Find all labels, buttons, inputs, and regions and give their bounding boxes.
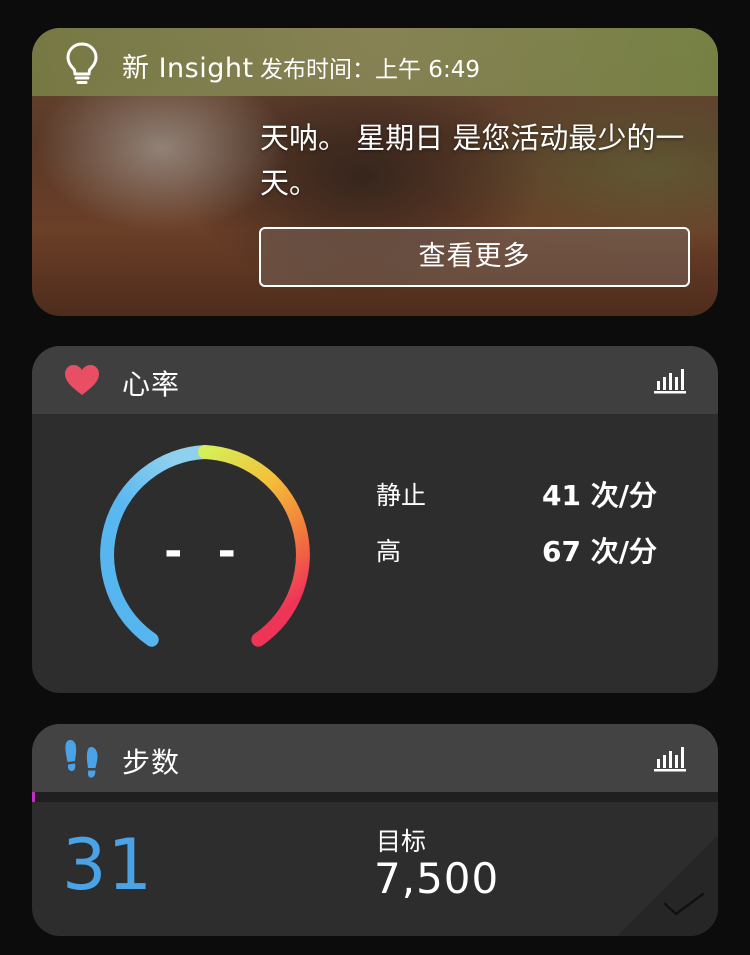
steps-goal-label: 目标 bbox=[376, 827, 427, 856]
checkmark-icon bbox=[663, 892, 705, 916]
goal-corner bbox=[618, 836, 718, 936]
heart-rate-header: 心率 bbox=[32, 346, 718, 414]
high-label: 高 bbox=[376, 537, 402, 566]
resting-label: 静止 bbox=[376, 481, 427, 510]
heart-rate-title: 心率 bbox=[122, 368, 181, 401]
view-more-button[interactable]: 查看更多 bbox=[259, 227, 690, 287]
steps-header: 步数 bbox=[32, 724, 718, 792]
resting-value: 41 次/分 bbox=[542, 479, 657, 512]
current-heart-rate: - - bbox=[164, 526, 246, 577]
insight-header: 新 Insight 发布时间：上午 6:49 bbox=[32, 28, 718, 96]
insight-title: 新 Insight bbox=[122, 53, 254, 84]
heart-rate-card[interactable]: 心率 - - 静止 41 次/分 高 67 次/分 bbox=[32, 346, 718, 693]
steps-title: 步数 bbox=[122, 746, 181, 779]
heart-icon bbox=[65, 365, 99, 395]
footprints-icon bbox=[65, 740, 98, 778]
steps-goal-value: 7,500 bbox=[374, 854, 500, 903]
steps-progress-track bbox=[32, 792, 718, 802]
insight-timestamp: 发布时间：上午 6:49 bbox=[260, 57, 480, 83]
high-value: 67 次/分 bbox=[542, 535, 657, 568]
steps-card[interactable]: 步数 31 目标 7,500 bbox=[32, 724, 718, 936]
high-heart-rate-row: 高 67 次/分 bbox=[376, 532, 696, 572]
lightbulb-icon bbox=[66, 42, 98, 84]
insight-message: 天呐。 星期日 是您活动最少的一天。 bbox=[260, 121, 685, 200]
insight-card[interactable]: 新 Insight 发布时间：上午 6:49 天呐。 星期日 是您活动最少的一天… bbox=[32, 28, 718, 316]
resting-heart-rate-row: 静止 41 次/分 bbox=[376, 476, 696, 516]
steps-progress-bar bbox=[32, 792, 35, 802]
bar-chart-icon[interactable] bbox=[654, 744, 686, 772]
steps-count: 31 bbox=[62, 824, 154, 906]
bar-chart-icon[interactable] bbox=[654, 366, 686, 394]
